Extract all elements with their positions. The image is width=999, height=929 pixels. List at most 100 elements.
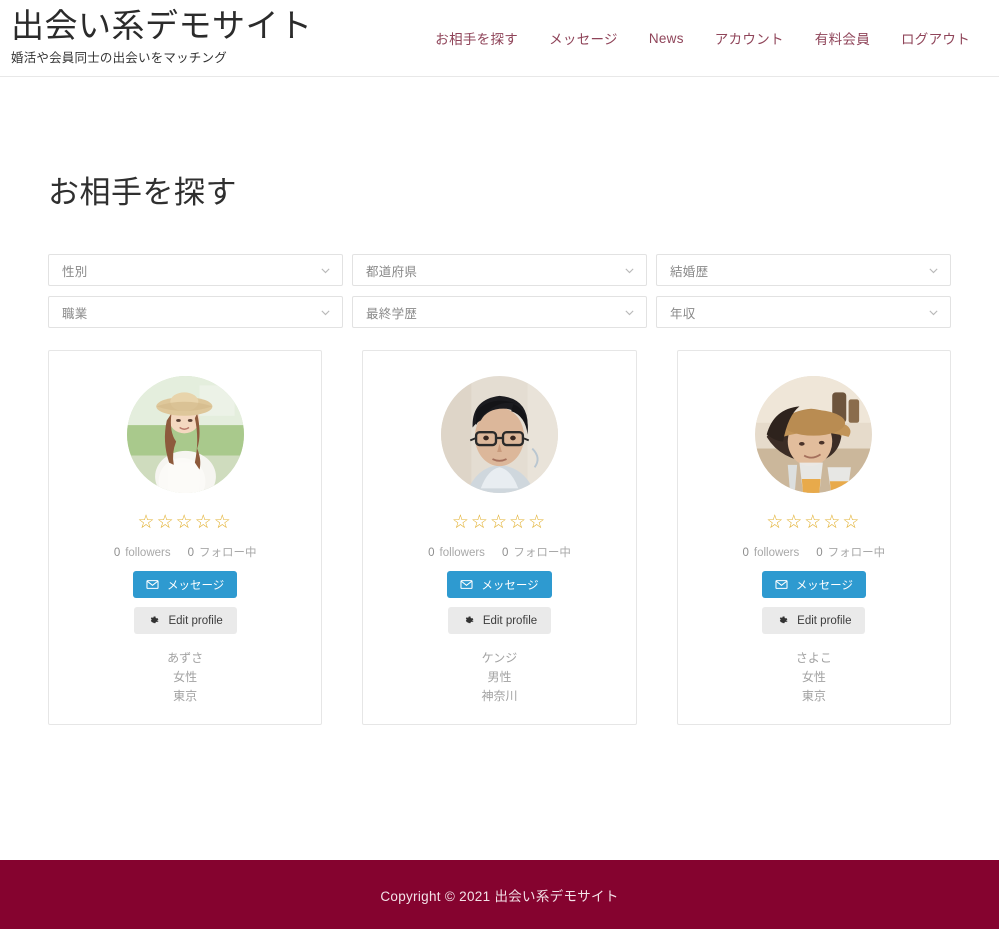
envelope-icon [460, 578, 473, 591]
star-icon[interactable]: ☆ [528, 512, 547, 533]
nav-link-messages[interactable]: メッセージ [549, 28, 618, 48]
woman-straw-hat-avatar[interactable] [126, 376, 244, 493]
profile-location: 東京 [801, 689, 826, 704]
chevron-down-icon [319, 306, 332, 319]
star-icon[interactable]: ☆ [509, 512, 528, 533]
site-header: 出会い系デモサイト 婚活や会員同士の出会いをマッチング お相手を探す メッセージ… [0, 0, 999, 77]
profile-meta: さよこ 女性 東京 [796, 649, 832, 706]
star-icon[interactable]: ☆ [195, 512, 214, 533]
main-navigation: お相手を探す メッセージ News アカウント 有料会員 ログアウト [435, 0, 999, 48]
filter-income-label: 年収 [670, 306, 696, 321]
star-icon[interactable]: ☆ [138, 512, 157, 533]
filter-marital-history-label: 結婚歴 [670, 264, 709, 279]
profile-name: あずさ [167, 651, 204, 666]
brand[interactable]: 出会い系デモサイト 婚活や会員同士の出会いをマッチング [0, 0, 313, 66]
profile-card[interactable]: ☆☆☆☆☆ 0 followers 0 フォロー中 メッセージ Edit pro [48, 350, 323, 725]
profile-meta: ケンジ 男性 神奈川 [481, 649, 517, 706]
profile-card-grid: ☆☆☆☆☆ 0 followers 0 フォロー中 メッセージ Edit pro [48, 350, 951, 725]
star-icon[interactable]: ☆ [471, 512, 490, 533]
site-subtitle: 婚活や会員同士の出会いをマッチング [11, 50, 227, 65]
envelope-icon [146, 578, 159, 591]
following-label: フォロー中 [827, 547, 886, 559]
filter-prefecture-label: 都道府県 [366, 264, 418, 279]
nav-link-news[interactable]: News [649, 31, 684, 46]
envelope-icon [775, 578, 788, 591]
chevron-down-icon [927, 264, 940, 277]
star-icon[interactable]: ☆ [842, 512, 861, 533]
rating-stars[interactable]: ☆☆☆☆☆ [452, 513, 547, 532]
gear-icon [776, 614, 789, 627]
filter-income[interactable]: 年収 [656, 296, 951, 328]
profile-card[interactable]: ☆☆☆☆☆ 0 followers 0 フォロー中 メッセージ Edit pro [362, 350, 637, 725]
star-icon[interactable]: ☆ [176, 512, 195, 533]
star-icon[interactable]: ☆ [157, 512, 176, 533]
star-icon[interactable]: ☆ [452, 512, 471, 533]
copyright-text: Copyright © 2021 出会い系デモサイト [380, 888, 619, 904]
followers-count: 0 [428, 547, 435, 559]
star-icon[interactable]: ☆ [766, 512, 785, 533]
nav-link-logout[interactable]: ログアウト [901, 28, 970, 48]
following-count: 0 [187, 547, 195, 559]
profile-meta: あずさ 女性 東京 [167, 649, 203, 706]
chevron-down-icon [319, 264, 332, 277]
message-button-label: メッセージ [795, 579, 853, 592]
star-icon[interactable]: ☆ [490, 512, 509, 533]
page-title: お相手を探す [48, 175, 237, 210]
rating-stars[interactable]: ☆☆☆☆☆ [766, 513, 861, 532]
message-button[interactable]: メッセージ [133, 571, 238, 599]
followers-label: followers [439, 547, 485, 559]
filter-gender-label: 性別 [62, 264, 88, 279]
followers-label: followers [753, 547, 800, 559]
star-icon[interactable]: ☆ [804, 512, 823, 533]
nav-link-search[interactable]: お相手を探す [435, 28, 518, 48]
follow-stats: 0 followers 0 フォロー中 [114, 544, 257, 560]
profile-name: ケンジ [481, 651, 518, 666]
rating-stars[interactable]: ☆☆☆☆☆ [138, 513, 233, 532]
following-count: 0 [816, 547, 823, 559]
filter-marital-history[interactable]: 結婚歴 [656, 254, 951, 286]
nav-link-account[interactable]: アカウント [715, 28, 784, 48]
filter-education-label: 最終学歴 [366, 306, 418, 321]
star-icon[interactable]: ☆ [214, 512, 233, 533]
followers-count: 0 [113, 547, 121, 559]
man-glasses-avatar[interactable] [440, 376, 558, 493]
chevron-down-icon [623, 306, 636, 319]
message-button[interactable]: メッセージ [447, 571, 552, 599]
filter-occupation[interactable]: 職業 [48, 296, 343, 328]
profile-location: 神奈川 [481, 689, 518, 704]
woman-cap-drink-avatar[interactable] [755, 376, 873, 493]
edit-profile-button-label: Edit profile [482, 614, 538, 627]
chevron-down-icon [927, 306, 940, 319]
chevron-down-icon [623, 264, 636, 277]
edit-profile-button[interactable]: Edit profile [133, 607, 237, 635]
message-button[interactable]: メッセージ [761, 571, 866, 599]
main-content: お相手を探す 性別 都道府県 結婚歴 職業 最終学歴 年収 ☆☆☆☆☆ 0 fo… [0, 77, 999, 725]
edit-profile-button-label: Edit profile [797, 614, 852, 627]
message-button-label: メッセージ [167, 579, 225, 592]
filter-bar: 性別 都道府県 結婚歴 職業 最終学歴 年収 [48, 254, 951, 328]
gear-icon [147, 614, 160, 627]
edit-profile-button[interactable]: Edit profile [447, 607, 551, 635]
filter-education[interactable]: 最終学歴 [352, 296, 647, 328]
filter-prefecture[interactable]: 都道府県 [352, 254, 647, 286]
site-title: 出会い系デモサイト [11, 7, 313, 44]
star-icon[interactable]: ☆ [785, 512, 804, 533]
profile-gender: 男性 [487, 670, 512, 685]
followers-count: 0 [742, 547, 749, 559]
gear-icon [462, 614, 475, 627]
profile-card[interactable]: ☆☆☆☆☆ 0 followers 0 フォロー中 メッセージ Edit pro [676, 350, 951, 725]
following-label: フォロー中 [513, 547, 571, 559]
follow-stats: 0 followers 0 フォロー中 [742, 544, 885, 560]
profile-gender: 女性 [801, 670, 826, 685]
edit-profile-button-label: Edit profile [168, 614, 223, 627]
site-footer: Copyright © 2021 出会い系デモサイト [0, 860, 999, 929]
filter-occupation-label: 職業 [62, 306, 88, 321]
profile-gender: 女性 [173, 670, 198, 685]
nav-link-premium[interactable]: 有料会員 [815, 28, 870, 48]
filter-gender[interactable]: 性別 [48, 254, 343, 286]
edit-profile-button[interactable]: Edit profile [762, 607, 866, 635]
star-icon[interactable]: ☆ [823, 512, 842, 533]
following-count: 0 [501, 547, 509, 559]
profile-location: 東京 [173, 689, 198, 704]
profile-name: さよこ [795, 651, 832, 666]
